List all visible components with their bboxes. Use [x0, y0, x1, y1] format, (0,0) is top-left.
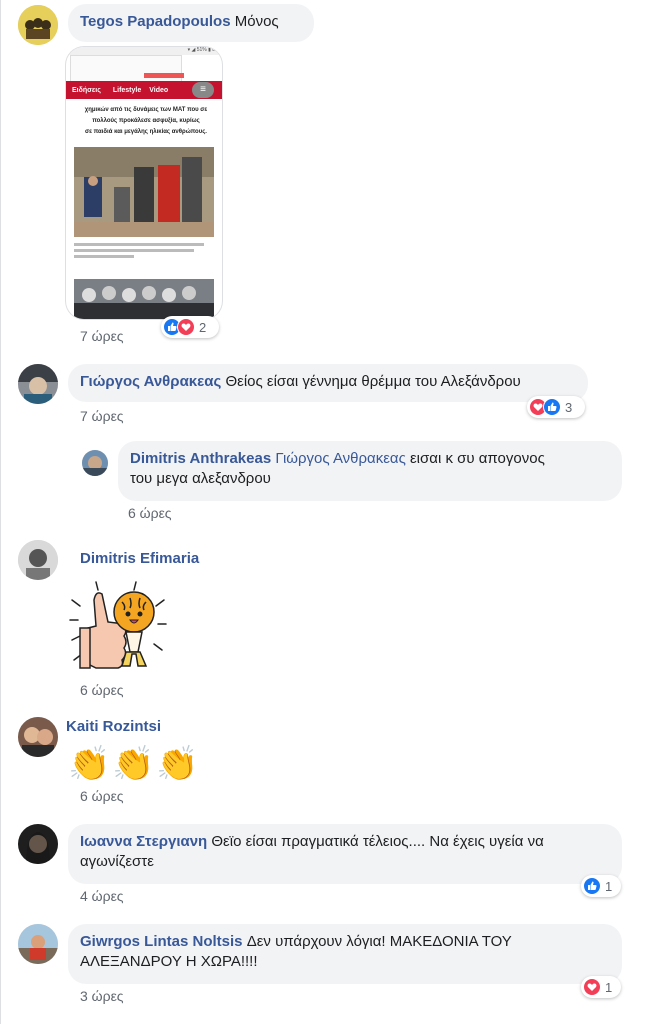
avatar[interactable]: [18, 924, 58, 964]
comment-author[interactable]: Dimitris Efimaria: [80, 550, 199, 567]
comment-text: Θείος είσαι γέννημα θρέμμα του Αλεξάνδρο…: [225, 373, 521, 390]
comment-time[interactable]: 7 ώρες: [80, 408, 124, 424]
photo-caption: [74, 241, 214, 263]
comment-text: Θεϊο είσαι πραγματικά τέλειος.... Να έχε…: [211, 833, 544, 850]
comment-time[interactable]: 6 ώρες: [80, 682, 124, 698]
avatar[interactable]: [18, 824, 58, 864]
article-photo: [74, 147, 214, 237]
reaction-count[interactable]: 1: [581, 875, 621, 897]
comment-bubble: Γιώργος Ανθρακεας Θείος είσαι γέννημα θρ…: [68, 364, 588, 402]
avatar-image: [18, 717, 58, 757]
comment-text: αγωνίζεστε: [80, 853, 154, 870]
clapping-hands-emoji: 👏: [68, 745, 111, 783]
avatar[interactable]: [82, 450, 108, 476]
ad-strip: [144, 73, 184, 78]
clapping-hands-emoji: 👏: [156, 745, 199, 783]
comment-author[interactable]: Kaiti Rozintsi: [66, 718, 161, 735]
comment-bubble: Giwrgos Lintas Noltsis Δεν υπάρχουν λόγι…: [68, 924, 622, 984]
comment-author[interactable]: Giwrgos Lintas Noltsis: [80, 933, 243, 950]
avatar-image: [18, 5, 58, 45]
article-text: χημικών από τις δυνάμεις των ΜΑΤ που σε …: [72, 105, 220, 138]
like-icon: [583, 877, 601, 895]
comment-author[interactable]: Ιωαννα Στεργιανη: [80, 833, 207, 850]
reaction-count[interactable]: 2: [161, 316, 219, 338]
article-line: χημικών από τις δυνάμεις των ΜΑΤ που σε: [84, 107, 208, 113]
avatar-image: [18, 364, 58, 404]
mention-link[interactable]: Γιώργος Ανθρακεας: [275, 450, 405, 467]
comment-author[interactable]: Γιώργος Ανθρακεας: [80, 373, 221, 390]
reply-bubble: Dimitris Anthrakeas Γιώργος Ανθρακεας ει…: [118, 441, 622, 501]
comment-author[interactable]: Dimitris Anthrakeas: [130, 450, 271, 467]
article-line: πολλούς προκάλεσε ασφυξία, κυρίως: [92, 118, 200, 124]
comment-time[interactable]: 6 ώρες: [80, 788, 124, 804]
avatar-image: [18, 924, 58, 964]
thumbs-up-sticker[interactable]: [66, 580, 170, 676]
avatar-image: [82, 450, 108, 476]
reaction-count[interactable]: 1: [581, 976, 621, 998]
avatar[interactable]: [18, 364, 58, 404]
nav-tab: Lifestyle: [112, 86, 142, 94]
clapping-hands-emoji: 👏: [112, 745, 155, 783]
avatar[interactable]: [18, 540, 58, 580]
reaction-count-label: 2: [199, 319, 207, 335]
menu-button: ≡: [192, 82, 214, 98]
comment-bubble: Tegos Papadopoulos Μόνος: [68, 4, 314, 42]
like-icon: [543, 398, 561, 416]
nav-tab: Ειδήσεις: [72, 86, 101, 94]
avatar-image: [18, 540, 58, 580]
nav-tab: Video: [149, 86, 169, 94]
comment-author[interactable]: Tegos Papadopoulos: [80, 13, 231, 30]
comment-time[interactable]: 4 ώρες: [80, 888, 124, 904]
avatar[interactable]: [18, 717, 58, 757]
comment-time[interactable]: 7 ώρες: [80, 328, 124, 344]
article-photo-2: [74, 279, 214, 319]
comment-text: του μεγα αλεξανδρου: [130, 470, 271, 487]
comment-text: Δεν υπάρχουν λόγια! ΜΑΚΕΔΟΝΙΑ ΤΟΥ: [246, 933, 512, 950]
reaction-count-label: 1: [605, 979, 613, 995]
status-bar: ▾ ◢ 51% ▮ 8:59: [66, 47, 222, 55]
comment-text: εισαι κ συ απογονος: [410, 450, 545, 467]
attached-screenshot[interactable]: ▾ ◢ 51% ▮ 8:59 Ειδήσεις Lifestyle Video …: [66, 47, 222, 319]
comment-text: Μόνος: [234, 13, 279, 30]
reaction-count-label: 1: [605, 878, 613, 894]
reaction-count[interactable]: 3: [527, 396, 585, 418]
love-icon: [583, 978, 601, 996]
panel-edge: [0, 0, 1, 1024]
comment-time[interactable]: 3 ώρες: [80, 988, 124, 1004]
avatar[interactable]: [18, 5, 58, 45]
avatar-image: [18, 824, 58, 864]
article-line: σε παιδιά και μεγάλης ηλικίας ανθρώπους.: [85, 129, 207, 135]
comment-text: ΑΛΕΞΑΝΔΡΟΥ Η ΧΩΡΑ!!!!: [80, 953, 258, 970]
comment-bubble: Ιωαννα Στεργιανη Θεϊο είσαι πραγματικά τ…: [68, 824, 622, 884]
love-icon: [177, 318, 195, 336]
reaction-count-label: 3: [565, 399, 573, 415]
comment-time[interactable]: 6 ώρες: [128, 505, 172, 521]
ad-banner: [70, 55, 182, 83]
